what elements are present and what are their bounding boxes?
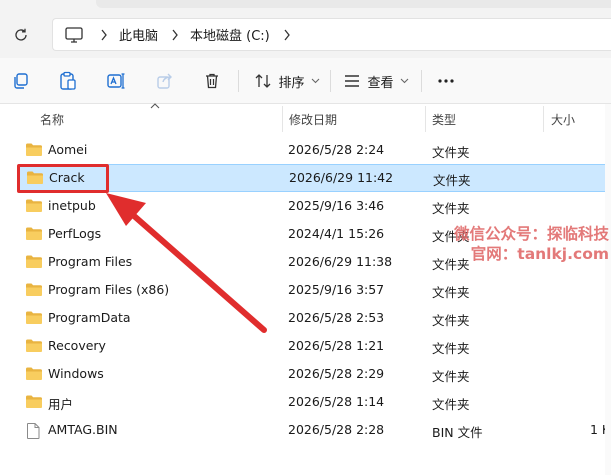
file-type: 文件夹 <box>432 201 470 216</box>
column-header-name[interactable]: 名称 <box>40 111 64 128</box>
more-options-button[interactable] <box>432 66 460 96</box>
file-icon <box>25 422 41 443</box>
highlight-box <box>17 164 109 193</box>
column-header-row: 名称 修改日期 类型 大小 <box>0 103 611 132</box>
file-row[interactable]: AMTAG.BIN 2026/5/28 2:28 BIN 文件 1 K <box>18 416 611 444</box>
tab-strip-piece <box>96 0 611 8</box>
file-type: 文件夹 <box>432 257 470 272</box>
copy-button[interactable] <box>8 66 34 96</box>
file-modified-date: 2026/5/28 2:29 <box>288 366 385 381</box>
chevron-down-icon <box>400 78 408 84</box>
file-row[interactable]: Recovery 2026/5/28 1:21 文件夹 <box>18 332 611 360</box>
watermark-line-2: 官网：tanlkj.com <box>470 245 609 263</box>
view-label: 查看 <box>367 75 394 91</box>
address-row: 此电脑 本地磁盘 (C:) <box>0 10 611 58</box>
file-modified-date: 2026/6/29 11:38 <box>288 254 393 269</box>
column-divider[interactable] <box>425 106 426 132</box>
share-icon <box>157 73 172 89</box>
refresh-icon <box>15 28 27 41</box>
toolbar-divider <box>330 70 331 92</box>
folder-icon <box>25 282 43 300</box>
file-type: 文件夹 <box>432 313 470 328</box>
file-modified-date: 2026/5/28 2:28 <box>288 422 385 437</box>
column-divider[interactable] <box>282 106 283 132</box>
file-type: 文件夹 <box>432 145 470 160</box>
file-type: 文件夹 <box>432 341 470 356</box>
file-type: 文件夹 <box>433 173 471 188</box>
file-name: Program Files (x86) <box>48 282 170 297</box>
scrollbar-track[interactable] <box>605 104 611 475</box>
file-type: 文件夹 <box>432 369 470 384</box>
copy-icon <box>14 73 28 89</box>
column-header-type[interactable]: 类型 <box>432 111 456 128</box>
file-name: 用户 <box>48 397 74 412</box>
file-row[interactable]: inetpub 2025/9/16 3:46 文件夹 <box>18 192 611 220</box>
file-type: 文件夹 <box>432 285 470 300</box>
file-modified-date: 2026/5/28 2:24 <box>288 142 385 157</box>
rename-icon <box>107 73 125 89</box>
folder-icon <box>25 366 43 384</box>
command-bar: 排序 查看 <box>0 58 611 104</box>
file-row[interactable]: Windows 2026/5/28 2:29 文件夹 <box>18 360 611 388</box>
file-name: Recovery <box>48 338 106 353</box>
folder-icon <box>25 254 43 272</box>
chevron-down-icon <box>311 78 319 84</box>
column-header-modified[interactable]: 修改日期 <box>289 111 337 128</box>
file-type: BIN 文件 <box>432 425 483 440</box>
view-list-icon <box>345 75 360 87</box>
file-name: PerfLogs <box>48 226 102 241</box>
folder-icon <box>25 142 43 160</box>
this-pc-icon[interactable] <box>55 18 93 51</box>
share-button[interactable] <box>152 66 178 96</box>
sort-ascending-caret-icon <box>150 103 160 109</box>
file-type: 文件夹 <box>432 397 470 412</box>
file-name: AMTAG.BIN <box>48 422 118 437</box>
tab-strip <box>0 0 611 10</box>
watermark-line-1: 微信公众号：探临科技 <box>453 225 609 243</box>
column-header-size[interactable]: 大小 <box>551 111 575 128</box>
chevron-right-icon[interactable] <box>276 18 298 51</box>
more-icon <box>438 79 454 83</box>
toolbar-divider <box>421 70 422 92</box>
trash-icon <box>206 73 218 89</box>
file-name: ProgramData <box>48 310 131 325</box>
file-modified-date: 2026/5/28 1:21 <box>288 338 385 353</box>
file-name: Aomei <box>48 142 88 157</box>
file-modified-date: 2026/6/29 11:42 <box>289 170 394 185</box>
sort-label: 排序 <box>278 75 305 91</box>
refresh-button[interactable] <box>8 22 34 48</box>
paste-icon <box>60 71 76 90</box>
file-name: inetpub <box>48 198 96 213</box>
chevron-right-icon[interactable] <box>164 18 186 51</box>
file-modified-date: 2026/5/28 1:14 <box>288 394 385 409</box>
folder-icon <box>25 226 43 244</box>
file-row[interactable]: 用户 2026/5/28 1:14 文件夹 <box>18 388 611 416</box>
rename-button[interactable] <box>103 66 129 96</box>
file-row[interactable]: Aomei 2026/5/28 2:24 文件夹 <box>18 136 611 164</box>
sort-button[interactable]: 排序 <box>252 66 322 96</box>
file-modified-date: 2025/9/16 3:46 <box>288 198 385 213</box>
paste-button[interactable] <box>55 66 81 96</box>
folder-icon <box>25 394 43 412</box>
breadcrumb-local-disk-c[interactable]: 本地磁盘 (C:) <box>186 25 276 44</box>
folder-icon <box>25 310 43 328</box>
file-name: Program Files <box>48 254 133 269</box>
file-modified-date: 2026/5/28 2:53 <box>288 310 385 325</box>
delete-button[interactable] <box>199 66 225 96</box>
chevron-right-icon[interactable] <box>93 18 115 51</box>
file-modified-date: 2025/9/16 3:57 <box>288 282 385 297</box>
file-row[interactable]: ProgramData 2026/5/28 2:53 文件夹 <box>18 304 611 332</box>
folder-icon <box>25 338 43 356</box>
view-button[interactable]: 查看 <box>342 66 410 96</box>
toolbar-divider <box>238 70 239 92</box>
sort-icon <box>256 74 271 88</box>
folder-icon <box>25 198 43 216</box>
column-divider[interactable] <box>543 106 544 132</box>
file-name: Windows <box>48 366 104 381</box>
address-bar[interactable]: 此电脑 本地磁盘 (C:) <box>52 18 611 51</box>
file-row[interactable]: Program Files (x86) 2025/9/16 3:57 文件夹 <box>18 276 611 304</box>
file-modified-date: 2024/4/1 15:26 <box>288 226 385 241</box>
breadcrumb-this-pc[interactable]: 此电脑 <box>115 25 164 44</box>
